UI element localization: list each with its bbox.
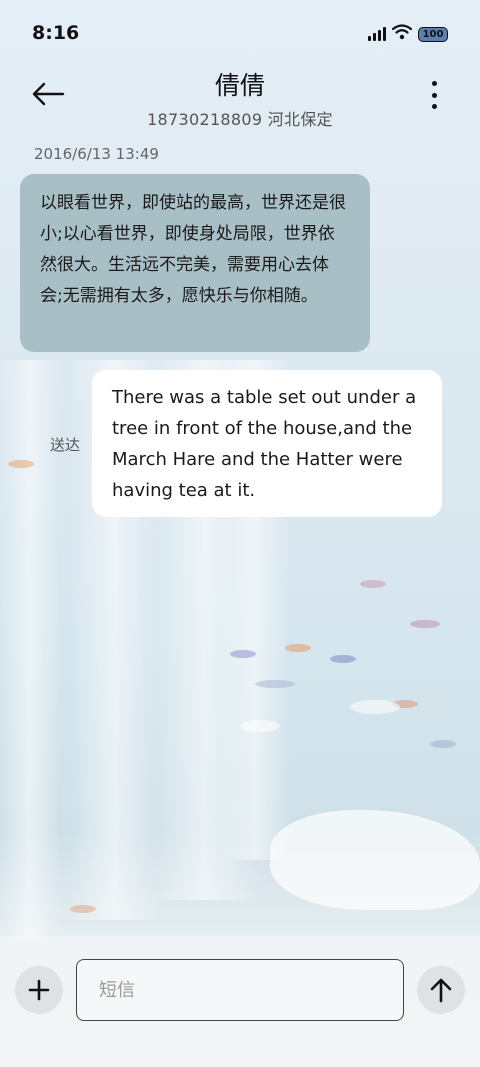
incoming-message-bubble[interactable]: 以眼看世界，即使站的最高，世界还是很小;以心看世界，即使身处局限，世界依然很大。… [20,174,370,352]
contact-number-location: 18730218809 河北保定 [147,110,333,129]
back-button[interactable] [28,74,68,114]
incoming-message-text: 以眼看世界，即使站的最高，世界还是很小;以心看世界，即使身处局限，世界依然很大。… [40,193,346,306]
wifi-icon [391,24,413,44]
message-input[interactable] [76,959,404,1021]
outgoing-message-text: There was a table set out under a tree i… [112,387,417,501]
more-vertical-icon [431,81,437,86]
status-icons: 100 [368,24,448,44]
battery-level: 100 [422,28,444,40]
battery-icon: 100 [418,26,448,42]
message-timestamp: 2016/6/13 13:49 [34,145,159,163]
status-bar: 8:16 100 [0,0,480,60]
outgoing-message-bubble[interactable]: There was a table set out under a tree i… [92,370,442,517]
arrow-left-icon [32,82,65,106]
message-composer [0,936,480,1067]
delivery-status: 送达 [50,436,81,454]
conversation-header: 倩倩 18730218809 河北保定 [0,60,480,132]
contact-info[interactable]: 倩倩 18730218809 河北保定 [90,66,390,130]
signal-icon [368,27,386,41]
arrow-up-icon [430,978,452,1003]
more-options-button[interactable] [422,78,446,112]
plus-icon [28,979,50,1001]
send-button[interactable] [417,966,465,1014]
contact-name: 倩倩 [214,71,265,100]
add-attachment-button[interactable] [15,966,63,1014]
status-time: 8:16 [32,22,80,44]
